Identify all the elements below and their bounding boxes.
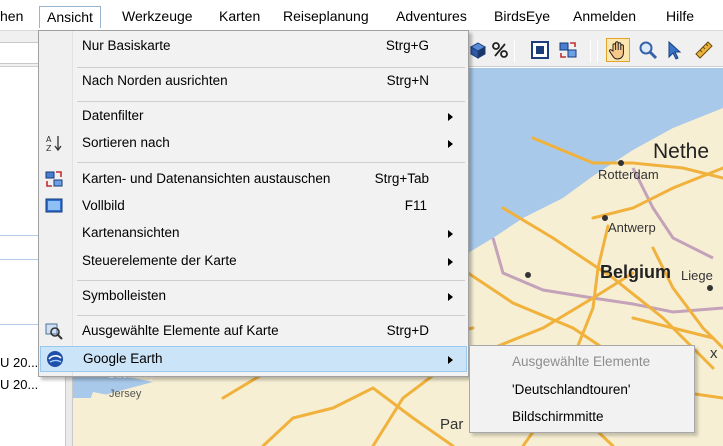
menu-adventures[interactable]: Adventures xyxy=(396,7,467,25)
menu-separator xyxy=(77,162,465,163)
hand-pan-icon[interactable] xyxy=(606,38,630,62)
menu-item-symbolleisten[interactable]: Symbolleisten xyxy=(40,284,467,308)
row-divider xyxy=(0,235,38,236)
menu-separator xyxy=(77,280,465,281)
map-label-country: Belgium xyxy=(600,262,672,282)
menu-item-shortcut: Strg+D xyxy=(386,323,429,338)
menu-item-shortcut: Strg+Tab xyxy=(374,171,429,186)
menu-separator xyxy=(77,315,465,316)
menu-item-label: Ausgewählte Elemente auf Karte xyxy=(82,323,279,338)
measure-ruler-icon[interactable] xyxy=(694,40,714,60)
menu-birdseye[interactable]: BirdsEye xyxy=(494,7,550,25)
menu-item-label: Nach Norden ausrichten xyxy=(82,73,228,88)
menu-item-shortcut: Strg+N xyxy=(386,73,429,88)
percent-icon[interactable] xyxy=(490,40,510,60)
menu-werkzeuge[interactable]: Werkzeuge xyxy=(122,7,193,25)
menu-item-label: Karten- und Datenansichten austauschen xyxy=(82,171,331,186)
map-label-island: Jersey xyxy=(109,388,142,400)
submenu-item-ausgewaehlte-elemente: Ausgewählte Elemente xyxy=(512,354,651,369)
submenu-arrow-icon xyxy=(448,356,453,364)
menu-hilfe[interactable]: Hilfe xyxy=(666,7,694,25)
menu-item-label: Symbolleisten xyxy=(82,288,167,303)
menu-item-steuerelemente[interactable]: Steuerelemente der Karte xyxy=(40,249,467,273)
menu-item-nach-norden-ausrichten[interactable]: Nach Norden ausrichten Strg+N xyxy=(40,69,467,93)
menu-item-datenfilter[interactable]: Datenfilter xyxy=(40,104,467,128)
menu-ansicht[interactable]: Ansicht xyxy=(39,6,101,28)
selected-on-map-icon xyxy=(45,323,63,340)
list-item[interactable]: U 20... xyxy=(0,377,38,392)
menu-item-label: Nur Basiskarte xyxy=(82,38,171,53)
svg-text:A: A xyxy=(46,135,52,144)
menu-item-label: Datenfilter xyxy=(82,108,144,123)
toolbar-separator xyxy=(590,40,591,62)
menu-anmelden[interactable]: Anmelden xyxy=(573,7,636,25)
map-label-city: Antwerp xyxy=(608,220,656,235)
menu-item-sortieren-nach[interactable]: A Z Sortieren nach xyxy=(40,131,467,155)
menu-separator xyxy=(77,67,465,68)
google-earth-icon xyxy=(47,351,63,367)
map-label-city: x xyxy=(710,345,718,362)
menu-item-shortcut: Strg+G xyxy=(385,38,429,53)
3d-box-icon[interactable] xyxy=(468,40,488,60)
fit-map-icon[interactable] xyxy=(530,40,550,60)
ansicht-dropdown-menu: Nur Basiskarte Strg+G Nach Norden ausric… xyxy=(38,30,469,377)
submenu-arrow-icon xyxy=(448,293,453,301)
toolbar-separator xyxy=(514,40,515,62)
submenu-arrow-icon xyxy=(448,113,453,121)
map-label-city: Liege xyxy=(681,268,713,283)
menu-bar: hen Ansicht Werkzeuge Karten Reiseplanun… xyxy=(0,0,723,31)
menu-item-nur-basiskarte[interactable]: Nur Basiskarte Strg+G xyxy=(40,34,467,58)
menu-reiseplanung[interactable]: Reiseplanung xyxy=(283,7,369,25)
menu-item-shortcut: F11 xyxy=(404,198,427,213)
submenu-arrow-icon xyxy=(448,140,453,148)
menu-item-label: Sortieren nach xyxy=(82,135,170,150)
swap-views-icon xyxy=(45,171,63,187)
row-divider xyxy=(0,324,38,325)
menu-item-partial[interactable]: hen xyxy=(0,7,23,25)
menu-item-vollbild[interactable]: Vollbild F11 xyxy=(40,194,467,218)
zoom-icon[interactable] xyxy=(638,40,658,60)
swap-icon[interactable] xyxy=(558,40,578,60)
menu-item-google-earth[interactable]: Google Earth xyxy=(40,346,467,372)
row-divider xyxy=(0,259,38,260)
map-label-city: Rotterdam xyxy=(598,167,659,182)
map-label-country: Nethe xyxy=(653,140,710,163)
map-label-city: Par xyxy=(440,416,464,433)
svg-text:Z: Z xyxy=(46,144,52,152)
submenu-item-bildschirmmitte[interactable]: Bildschirmmitte xyxy=(512,409,604,424)
menu-item-ansichten-austauschen[interactable]: Karten- und Datenansichten austauschen S… xyxy=(40,167,467,191)
menu-item-label: Steuerelemente der Karte xyxy=(82,253,237,268)
menu-karten[interactable]: Karten xyxy=(219,7,260,25)
google-earth-submenu: Ausgewählte Elemente 'Deutschlandtouren'… xyxy=(469,345,695,433)
menu-item-label: Google Earth xyxy=(83,351,163,366)
select-arrow-icon[interactable] xyxy=(664,40,684,60)
menu-separator xyxy=(77,101,465,102)
menu-item-label: Vollbild xyxy=(82,198,125,213)
toolbar-separator xyxy=(597,40,598,62)
list-item[interactable]: U 20... xyxy=(0,355,38,370)
submenu-arrow-icon xyxy=(448,258,453,266)
fullscreen-icon xyxy=(45,198,63,213)
submenu-item-deutschlandtouren[interactable]: 'Deutschlandtouren' xyxy=(512,382,630,397)
menu-item-label: Kartenansichten xyxy=(82,225,180,240)
sort-az-icon: A Z xyxy=(46,135,62,152)
submenu-arrow-icon xyxy=(448,230,453,238)
menu-item-kartenansichten[interactable]: Kartenansichten xyxy=(40,221,467,245)
toolbar-input[interactable] xyxy=(0,42,40,64)
menu-item-ausgewaehlte-elemente[interactable]: Ausgewählte Elemente auf Karte Strg+D xyxy=(40,319,467,343)
